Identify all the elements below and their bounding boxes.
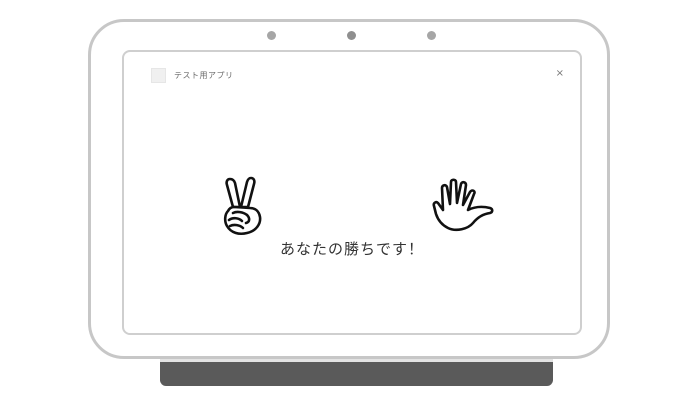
camera-sensor-center (347, 31, 356, 40)
app-title: テスト用アプリ (174, 70, 234, 80)
device-base (160, 362, 553, 386)
close-icon: × (555, 68, 564, 79)
app-screen: テスト用アプリ × あなたの勝ちです！ (122, 50, 582, 335)
app-header: テスト用アプリ (151, 67, 234, 83)
result-message: あなたの勝ちです！ (279, 240, 424, 258)
app-icon (151, 67, 166, 83)
close-button[interactable]: × (556, 68, 564, 80)
device-stage: テスト用アプリ × あなたの勝ちです！ (0, 0, 699, 404)
open-hand-icon (432, 178, 494, 232)
camera-sensor-left (267, 31, 276, 40)
camera-sensor-right (427, 31, 436, 40)
peace-hand-icon (223, 176, 262, 236)
